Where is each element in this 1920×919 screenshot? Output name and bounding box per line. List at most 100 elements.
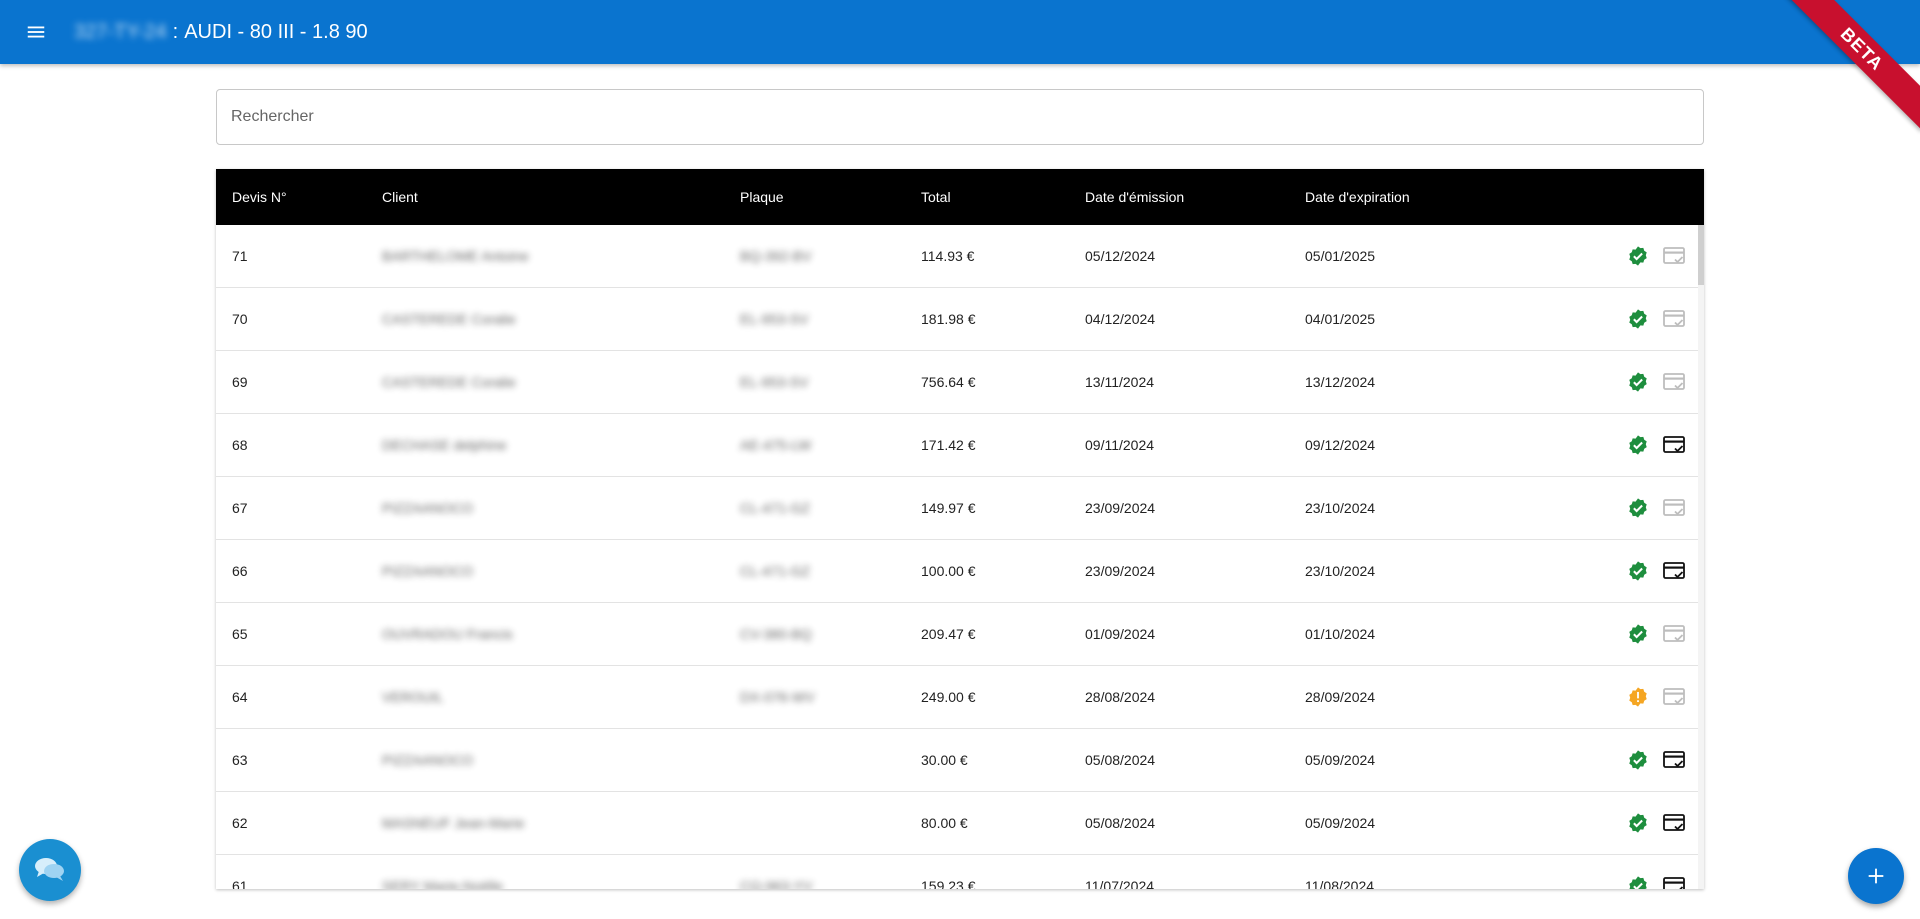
cell-total: 181.98 € <box>921 311 976 327</box>
card-check-icon[interactable] <box>1662 559 1686 583</box>
table-row[interactable]: 65 OUVRADOU Francis CV-380-BQ 209.47 € 0… <box>216 603 1704 666</box>
cell-emission: 05/12/2024 <box>1085 248 1156 264</box>
cell-devis: 68 <box>232 437 248 453</box>
cell-total: 30.00 € <box>921 752 968 768</box>
table-row[interactable]: 61 SERY Marie-Noëlle CQ-963-YV 159.23 € … <box>216 855 1704 889</box>
beta-ribbon: BETA <box>1780 0 1920 131</box>
table-header: Devis N° Client Plaque Total Date d'émis… <box>216 169 1704 225</box>
cell-actions <box>1565 559 1704 583</box>
cell-total: 80.00 € <box>921 815 968 831</box>
cell-actions <box>1565 496 1704 520</box>
card-check-icon[interactable] <box>1662 748 1686 772</box>
cell-emission: 01/09/2024 <box>1085 626 1156 642</box>
cell-plaque: BQ-392-BV <box>740 248 812 264</box>
vehicle-plate: 327-TY-24 <box>74 20 167 43</box>
card-check-icon[interactable] <box>1662 370 1686 394</box>
cell-client: PIZZAANOCO <box>382 563 474 579</box>
table-row[interactable]: 66 PIZZAANOCO CL-471-GZ 100.00 € 23/09/2… <box>216 540 1704 603</box>
cell-emission: 13/11/2024 <box>1085 374 1155 390</box>
cell-expiration: 11/08/2024 <box>1305 878 1375 889</box>
cell-client: VEROUIL <box>382 689 444 705</box>
card-check-icon[interactable] <box>1662 244 1686 268</box>
cell-expiration: 05/09/2024 <box>1305 752 1376 768</box>
cell-total: 209.47 € <box>921 626 976 642</box>
table-row[interactable]: 69 CASTEREDE Coralie EL-953-SV 756.64 € … <box>216 351 1704 414</box>
cell-plaque: CL-471-GZ <box>740 500 811 516</box>
table-row[interactable]: 64 VEROUIL DX-076-WV 249.00 € 28/08/2024… <box>216 666 1704 729</box>
cell-actions <box>1565 748 1704 772</box>
table-row[interactable]: 63 PIZZAANOCO 30.00 € 05/08/2024 05/09/2… <box>216 729 1704 792</box>
cell-client: SERY Marie-Noëlle <box>382 878 503 889</box>
card-check-icon[interactable] <box>1662 874 1686 889</box>
add-button[interactable] <box>1848 848 1904 904</box>
cell-expiration: 01/10/2024 <box>1305 626 1376 642</box>
cell-actions <box>1565 685 1704 709</box>
cell-devis: 61 <box>232 878 248 889</box>
app-bar: 327-TY-24 : AUDI - 80 III - 1.8 90 BETA <box>0 0 1920 131</box>
cell-expiration: 04/01/2025 <box>1305 311 1376 327</box>
search-container <box>216 89 1704 145</box>
header-plaque[interactable]: Plaque <box>740 189 921 205</box>
cell-actions <box>1565 244 1704 268</box>
verified-badge-icon[interactable] <box>1626 496 1650 520</box>
verified-badge-icon[interactable] <box>1626 811 1650 835</box>
header-emission[interactable]: Date d'émission <box>1085 189 1305 205</box>
table-body: 71 BARTHELOME Antoine BQ-392-BV 114.93 €… <box>216 225 1704 889</box>
cell-total: 171.42 € <box>921 437 976 453</box>
cell-devis: 69 <box>232 374 248 390</box>
beta-ribbon-container: BETA <box>1780 0 1920 140</box>
verified-badge-icon[interactable] <box>1626 307 1650 331</box>
table-row[interactable]: 71 BARTHELOME Antoine BQ-392-BV 114.93 €… <box>216 225 1704 288</box>
scrollbar-track[interactable] <box>1698 225 1704 889</box>
card-check-icon[interactable] <box>1662 685 1686 709</box>
header-client[interactable]: Client <box>382 189 740 205</box>
card-check-icon[interactable] <box>1662 496 1686 520</box>
cell-expiration: 28/09/2024 <box>1305 689 1376 705</box>
header-total[interactable]: Total <box>921 189 1085 205</box>
chat-button[interactable] <box>19 839 81 901</box>
verified-badge-icon[interactable] <box>1626 370 1650 394</box>
cell-plaque: CV-380-BQ <box>740 626 812 642</box>
quotes-table: Devis N° Client Plaque Total Date d'émis… <box>216 169 1704 889</box>
cell-actions <box>1565 874 1704 889</box>
cell-actions <box>1565 370 1704 394</box>
scrollbar-thumb[interactable] <box>1698 225 1704 285</box>
table-row[interactable]: 68 DECHASE delphine AE-475-LW 171.42 € 0… <box>216 414 1704 477</box>
header-devis[interactable]: Devis N° <box>216 189 382 205</box>
cell-plaque: EL-953-SV <box>740 311 809 327</box>
page-title: 327-TY-24 : AUDI - 80 III - 1.8 90 <box>74 21 368 44</box>
menu-button[interactable] <box>16 12 56 52</box>
cell-client: MASNEUF Jean-Marie <box>382 815 525 831</box>
verified-badge-icon[interactable] <box>1626 874 1650 889</box>
table-row[interactable]: 67 PIZZAANOCO CL-471-GZ 149.97 € 23/09/2… <box>216 477 1704 540</box>
table-row[interactable]: 70 CASTEREDE Coralie EL-953-SV 181.98 € … <box>216 288 1704 351</box>
verified-badge-icon[interactable] <box>1626 433 1650 457</box>
verified-badge-icon[interactable] <box>1626 748 1650 772</box>
cell-actions <box>1565 811 1704 835</box>
verified-badge-icon[interactable] <box>1626 244 1650 268</box>
card-check-icon[interactable] <box>1662 433 1686 457</box>
verified-badge-icon[interactable] <box>1626 559 1650 583</box>
cell-plaque: CQ-963-YV <box>740 878 813 889</box>
table-row[interactable]: 62 MASNEUF Jean-Marie 80.00 € 05/08/2024… <box>216 792 1704 855</box>
warning-badge-icon[interactable] <box>1626 685 1650 709</box>
card-check-icon[interactable] <box>1662 622 1686 646</box>
search-input[interactable] <box>216 89 1704 145</box>
cell-client: PIZZAANOCO <box>382 752 474 768</box>
cell-actions <box>1565 622 1704 646</box>
cell-expiration: 23/10/2024 <box>1305 563 1376 579</box>
chat-icon <box>32 852 68 888</box>
menu-icon <box>24 20 48 44</box>
cell-devis: 70 <box>232 311 248 327</box>
card-check-icon[interactable] <box>1662 307 1686 331</box>
card-check-icon[interactable] <box>1662 811 1686 835</box>
cell-actions <box>1565 307 1704 331</box>
cell-plaque: EL-953-SV <box>740 374 809 390</box>
verified-badge-icon[interactable] <box>1626 622 1650 646</box>
cell-devis: 71 <box>232 248 248 264</box>
header-expiration[interactable]: Date d'expiration <box>1305 189 1565 205</box>
cell-emission: 09/11/2024 <box>1085 437 1155 453</box>
cell-emission: 04/12/2024 <box>1085 311 1156 327</box>
cell-devis: 63 <box>232 752 248 768</box>
cell-emission: 11/07/2024 <box>1085 878 1155 889</box>
